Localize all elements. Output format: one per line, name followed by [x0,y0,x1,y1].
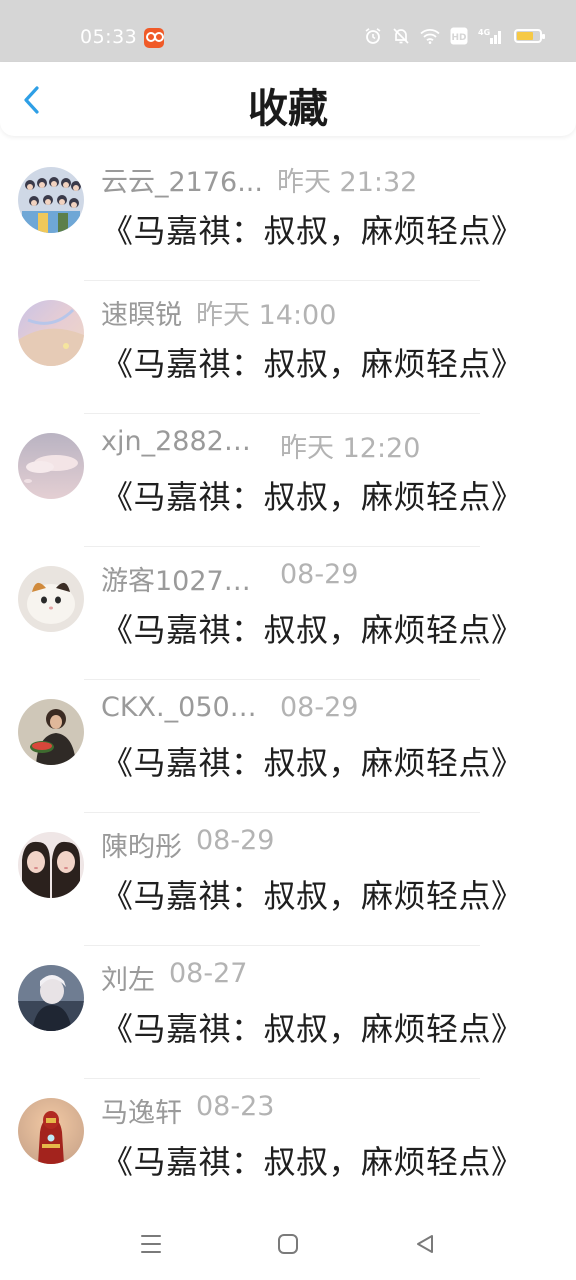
item-username: 云云_2176... [101,167,263,198]
4g-signal-icon: 4G [478,28,501,44]
avatar[interactable] [18,1098,84,1164]
item-title[interactable]: 《马嘉祺：叔叔，麻烦轻点》 [101,738,524,784]
item-timestamp: 08-29 [196,825,275,856]
avatar[interactable] [18,300,84,366]
header: 收藏 [0,62,576,136]
item-meta: 陳昀彤 08-29 [101,825,274,864]
app-notification-icon [144,28,164,48]
item-title[interactable]: 《马嘉祺：叔叔，麻烦轻点》 [101,339,524,385]
battery-icon [514,29,545,43]
status-icons: HD 4G [364,27,545,45]
avatar[interactable] [18,965,84,1031]
item-username: CKX._0503... [101,692,266,723]
item-username: 速瞑锐 [101,300,182,331]
avatar[interactable] [18,433,84,499]
item-timestamp: 08-29 [280,692,359,723]
item-username: 陳昀彤 [101,832,182,863]
status-time: 05:33 [80,26,138,48]
list-item[interactable]: 速瞑锐 昨天 14:00 《马嘉祺：叔叔，麻烦轻点》 [0,281,576,414]
list-item[interactable]: 游客10272... 08-29 《马嘉祺：叔叔，麻烦轻点》 [0,547,576,680]
item-meta: CKX._0503... 08-29 [101,692,358,723]
system-nav-bar [0,1206,576,1280]
mute-icon [393,28,409,44]
item-timestamp: 08-23 [196,1091,275,1122]
status-bar: 05:33 HD 4G [0,0,576,62]
item-username: xjn_28824... [101,426,266,457]
item-meta: 云云_2176... 昨天 21:32 [101,160,417,199]
back-triangle-icon [417,1235,433,1253]
item-meta: 游客10272... 08-29 [101,559,358,598]
avatar[interactable] [18,832,84,898]
page-title: 收藏 [248,86,328,132]
item-timestamp: 08-29 [280,559,359,590]
item-timestamp: 昨天 12:20 [280,433,421,464]
menu-button[interactable] [137,1230,165,1258]
svg-text:4G: 4G [478,28,490,37]
item-timestamp: 08-27 [169,958,248,989]
item-meta: 马逸轩 08-23 [101,1091,274,1130]
item-meta: xjn_28824... 昨天 12:20 [101,426,420,465]
alarm-icon [365,28,381,44]
list-item[interactable]: 陳昀彤 08-29 《马嘉祺：叔叔，麻烦轻点》 [0,813,576,946]
list-item[interactable]: 云云_2176... 昨天 21:32 《马嘉祺：叔叔，麻烦轻点》 [0,148,576,281]
item-username: 刘左 [101,965,155,996]
item-timestamp: 昨天 21:32 [276,167,418,198]
item-title[interactable]: 《马嘉祺：叔叔，麻烦轻点》 [101,1004,524,1050]
item-username: 游客10272... [101,566,266,597]
item-meta: 速瞑锐 昨天 14:00 [101,293,336,332]
list-item[interactable]: 刘左 08-27 《马嘉祺：叔叔，麻烦轻点》 [0,946,576,1079]
avatar[interactable] [18,566,84,632]
hd-icon: HD [450,27,468,45]
item-title[interactable]: 《马嘉祺：叔叔，麻烦轻点》 [101,206,524,252]
item-title[interactable]: 《马嘉祺：叔叔，麻烦轻点》 [101,472,524,518]
item-meta: 刘左 08-27 [101,958,247,997]
avatar[interactable] [18,699,84,765]
home-icon [278,1234,298,1254]
list-item[interactable]: xjn_28824... 昨天 12:20 《马嘉祺：叔叔，麻烦轻点》 [0,414,576,547]
list-item[interactable]: CKX._0503... 08-29 《马嘉祺：叔叔，麻烦轻点》 [0,680,576,813]
battery-level [517,32,533,40]
item-title[interactable]: 《马嘉祺：叔叔，麻烦轻点》 [101,871,524,917]
back-nav-button[interactable] [411,1230,439,1258]
svg-text:HD: HD [451,33,466,43]
home-button[interactable] [274,1230,302,1258]
favorites-list: 云云_2176... 昨天 21:32 《马嘉祺：叔叔，麻烦轻点》 速瞑锐 昨天 1… [0,148,576,1212]
item-title[interactable]: 《马嘉祺：叔叔，麻烦轻点》 [101,605,524,651]
item-username: 马逸轩 [101,1098,182,1129]
list-item[interactable]: 马逸轩 08-23 《马嘉祺：叔叔，麻烦轻点》 [0,1079,576,1212]
menu-icon [141,1235,161,1253]
item-title[interactable]: 《马嘉祺：叔叔，麻烦轻点》 [101,1137,524,1183]
item-timestamp: 昨天 14:00 [196,300,337,331]
avatar[interactable] [18,167,84,233]
wifi-icon [420,29,440,44]
